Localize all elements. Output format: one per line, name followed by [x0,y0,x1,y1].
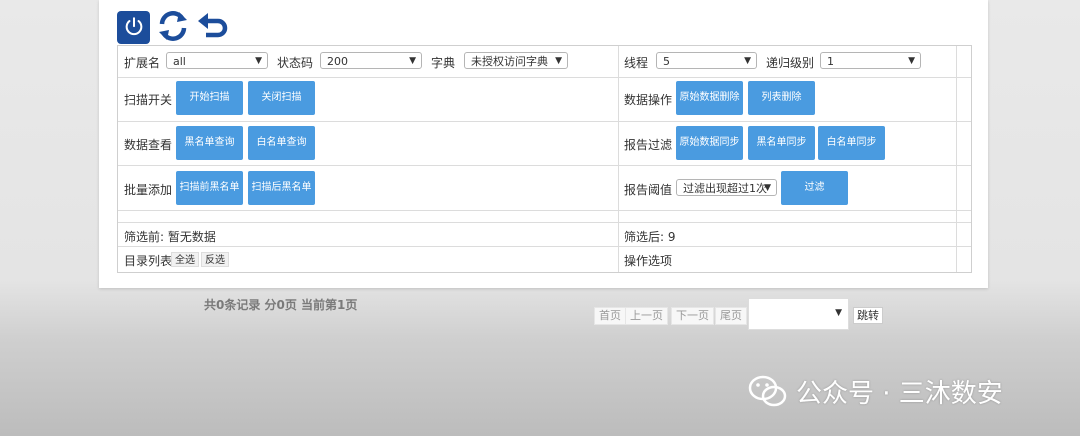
threshold-select[interactable]: 过滤出现超过1次 ▼ [676,179,777,196]
sync-blacklist-button[interactable]: 黑名单同步 [748,126,815,160]
chevron-down-icon: ▼ [744,56,751,66]
ext-label: 扩展名 [124,56,161,70]
invert-selection-button[interactable]: 反选 [201,252,229,267]
select-all-button[interactable]: 全选 [171,252,199,267]
prev-page-button[interactable]: 上一页 [625,307,668,325]
power-icon[interactable] [117,10,150,44]
stop-scan-button[interactable]: 关闭扫描 [248,81,315,115]
divider [118,210,971,211]
start-scan-button[interactable]: 开始扫描 [176,81,243,115]
filter-button[interactable]: 过滤 [781,171,848,205]
after-filter-count: 筛选后: 9 [624,230,676,244]
toolbar [117,10,230,44]
undo-icon[interactable] [196,11,230,44]
scan-panel: 扩展名 all ▼ 状态码 200 ▼ 字典 未授权访问字典 ▼ 线程 5 ▼ 递归级别… [99,0,988,288]
page-select[interactable]: ▼ [748,298,849,330]
first-page-button[interactable]: 首页 [594,307,626,325]
before-filter-count: 筛选前: 暂无数据 [124,230,216,244]
divider [118,165,971,166]
ext-select[interactable]: all ▼ [166,52,268,69]
sync-whitelist-button[interactable]: 白名单同步 [818,126,885,160]
next-page-button[interactable]: 下一页 [671,307,714,325]
recursion-select[interactable]: 1 ▼ [820,52,921,69]
chevron-down-icon: ▼ [555,56,562,66]
delete-list-button[interactable]: 列表删除 [748,81,815,115]
batch-add-label: 批量添加 [124,183,173,197]
pre-scan-blacklist-button[interactable]: 扫描前黑名单 [176,171,243,205]
watermark: 公众号 · 三沐数安 [748,373,1003,410]
control-grid: 扩展名 all ▼ 状态码 200 ▼ 字典 未授权访问字典 ▼ 线程 5 ▼ 递归级别… [117,45,972,273]
last-page-button[interactable]: 尾页 [715,307,747,325]
divider [956,46,957,272]
divider [118,246,971,247]
dict-select[interactable]: 未授权访问字典 ▼ [464,52,568,69]
ops-label: 操作选项 [624,254,673,268]
divider [118,121,971,122]
chevron-down-icon: ▼ [835,308,842,318]
dir-list-label: 目录列表 [124,254,173,268]
report-threshold-label: 报告阈值 [624,183,673,197]
divider [118,77,971,78]
divider [118,222,971,223]
blacklist-query-button[interactable]: 黑名单查询 [176,126,243,160]
dict-label: 字典 [431,56,456,70]
data-view-label: 数据查看 [124,138,173,152]
report-filter-label: 报告过滤 [624,138,673,152]
post-scan-blacklist-button[interactable]: 扫描后黑名单 [248,171,315,205]
chevron-down-icon: ▼ [255,56,262,66]
delete-raw-data-button[interactable]: 原始数据删除 [676,81,743,115]
status-select[interactable]: 200 ▼ [320,52,422,69]
wechat-icon [748,375,787,406]
watermark-text: 公众号 · 三沐数安 [796,379,1003,409]
thread-label: 线程 [624,56,649,70]
chevron-down-icon: ▼ [409,56,416,66]
pagination-info: 共0条记录 分0页 当前第1页 [204,298,358,312]
refresh-icon[interactable] [156,9,190,46]
sync-raw-data-button[interactable]: 原始数据同步 [676,126,743,160]
whitelist-query-button[interactable]: 白名单查询 [248,126,315,160]
recursion-label: 递归级别 [766,56,815,70]
chevron-down-icon: ▼ [908,56,915,66]
data-ops-label: 数据操作 [624,93,673,107]
divider [618,46,619,272]
scan-switch-label: 扫描开关 [124,93,173,107]
chevron-down-icon: ▼ [764,183,771,193]
jump-button[interactable]: 跳转 [853,307,883,324]
status-label: 状态码 [277,56,314,70]
thread-select[interactable]: 5 ▼ [656,52,757,69]
